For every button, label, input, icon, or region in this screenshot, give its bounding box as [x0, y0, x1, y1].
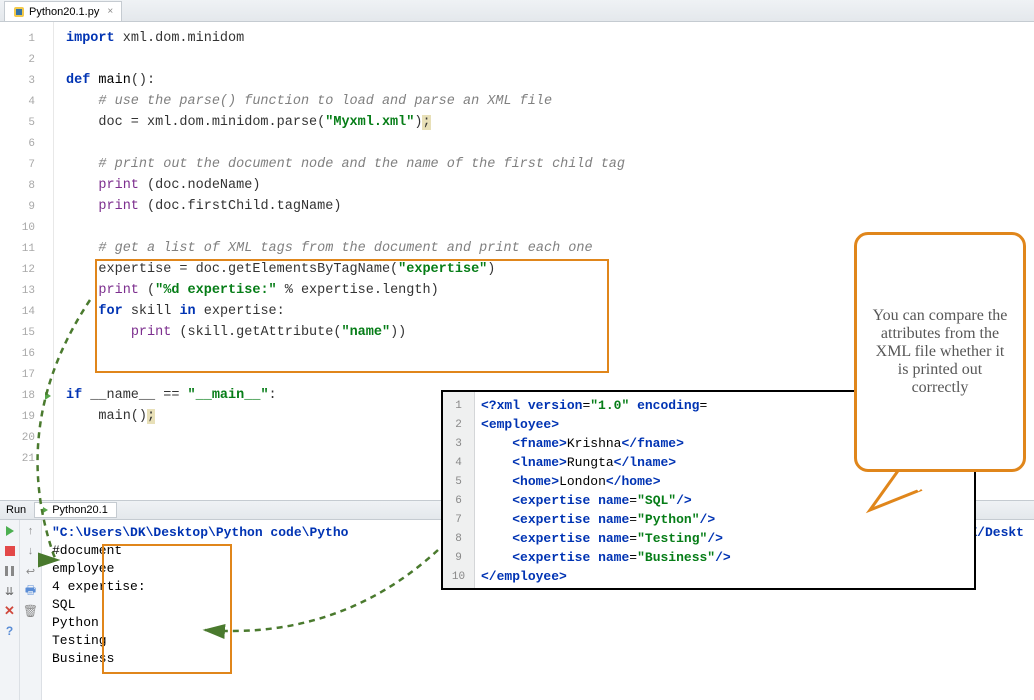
print-button[interactable]: 🖶	[24, 584, 38, 598]
python-file-icon	[13, 6, 25, 18]
file-tab[interactable]: Python20.1.py ×	[4, 1, 122, 21]
soft-wrap-button[interactable]: ↩	[24, 564, 38, 578]
scroll-down-button[interactable]: ↓	[24, 544, 38, 558]
play-icon	[43, 507, 48, 513]
layout-button[interactable]: ⇊	[3, 584, 17, 598]
xml-gutter: 1 2 3 4 5 6 7 8 9 10	[443, 392, 475, 588]
run-toolbar-inner: ↑ ↓ ↩ 🖶 🗑	[20, 520, 42, 700]
tab-filename: Python20.1.py	[29, 6, 99, 18]
close-icon[interactable]: ×	[107, 6, 113, 17]
editor-tabbar: Python20.1.py ×	[0, 0, 1034, 22]
scroll-up-button[interactable]: ↑	[24, 524, 38, 538]
run-tab[interactable]: Python20.1	[34, 502, 117, 518]
annotation-bubble: You can compare the attributes from the …	[854, 232, 1026, 472]
run-toolbar-left: ⇊ ✕ ?	[0, 520, 20, 700]
help-button[interactable]: ?	[3, 624, 17, 638]
pause-button[interactable]	[3, 564, 17, 578]
run-gutter-icon[interactable]	[45, 392, 51, 400]
rerun-button[interactable]	[3, 524, 17, 538]
line-gutter: 1 2 3 4 5 6 7 8 9 10 11 12 13 14 15 16 1…	[0, 22, 54, 500]
stop-button[interactable]	[3, 544, 17, 558]
run-label: Run	[6, 504, 26, 516]
clear-button[interactable]: 🗑	[24, 604, 38, 618]
close-button[interactable]: ✕	[3, 604, 17, 618]
